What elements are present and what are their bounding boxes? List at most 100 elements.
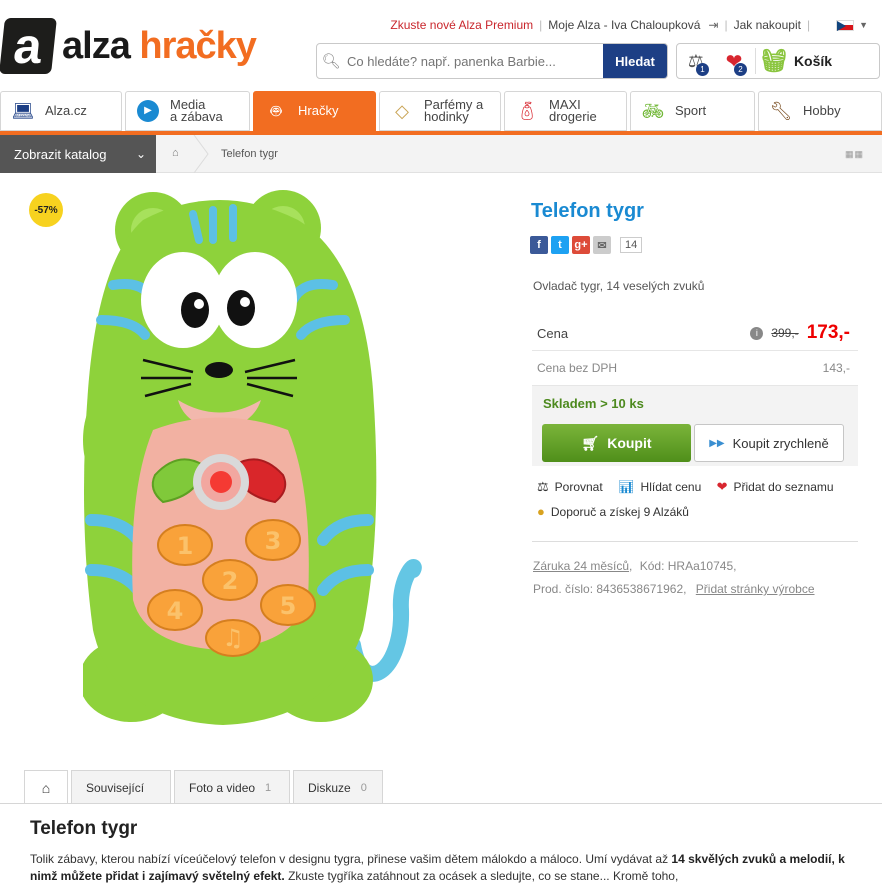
- tab-underline: [0, 803, 882, 804]
- search-input[interactable]: [345, 44, 603, 78]
- divider: |: [724, 18, 728, 32]
- social-share: f t g+ ✉ 14: [530, 236, 643, 254]
- show-catalog-button[interactable]: Zobrazit katalog ⌄: [0, 135, 156, 173]
- compare-count-badge: 1: [696, 63, 709, 76]
- premium-link[interactable]: Zkuste nové Alza Premium: [390, 18, 533, 32]
- warranty-link[interactable]: Záruka 24 měsíců: [533, 559, 629, 573]
- description-part-1: Tolik zábavy, kterou nabízí víceúčelový …: [30, 852, 672, 866]
- bicycle-icon: 🚲︎: [641, 101, 665, 121]
- google-plus-icon[interactable]: g+: [572, 236, 590, 254]
- product-actions: ⚖ Porovnat 📊︎ Hlídat cenu ❤ Přidat do se…: [537, 479, 867, 519]
- wishlist-action[interactable]: ❤ Přidat do seznamu: [717, 479, 834, 495]
- category-label: Alza.cz: [45, 103, 87, 118]
- part-number: Prod. číslo: 8436538671962,: [533, 582, 687, 596]
- favorites-count-badge: 2: [734, 63, 747, 76]
- grid-view-icon[interactable]: ▦▦: [845, 149, 864, 160]
- buy-button[interactable]: 🛒︎ Koupit: [542, 424, 691, 462]
- alza-hracky-logo[interactable]: a alza hračky: [0, 18, 257, 74]
- product-code: Kód: HRAa10745,: [639, 559, 737, 573]
- price-no-vat-row: Cena bez DPH 143,-: [532, 351, 858, 386]
- wishlist-label: Přidat do seznamu: [733, 480, 834, 494]
- svg-text:5: 5: [280, 592, 297, 620]
- bottle-icon: 🧴︎: [515, 101, 539, 121]
- cart-button[interactable]: 🧺︎ Košík: [760, 48, 832, 74]
- info-icon[interactable]: i: [750, 326, 764, 340]
- fast-forward-icon: ▶▶: [709, 437, 725, 449]
- stock-status[interactable]: Skladem > 10 ks: [543, 396, 644, 411]
- product-subtitle: Ovladač tygr, 14 veselých zvuků: [533, 279, 705, 293]
- play-icon: ▶: [136, 99, 160, 123]
- discount-badge: -57%: [29, 193, 63, 227]
- category-sport[interactable]: 🚲︎ Sport: [630, 91, 755, 131]
- tab-discussion[interactable]: Diskuze 0: [293, 770, 383, 804]
- svg-text:3: 3: [265, 527, 282, 555]
- watch-label: Hlídat cenu: [640, 480, 702, 494]
- search-button[interactable]: Hledat: [603, 44, 667, 78]
- my-account-link[interactable]: Moje Alza - Iva Chaloupková: [548, 18, 700, 32]
- compare-label: Porovnat: [554, 480, 603, 494]
- coin-icon: ●: [537, 504, 545, 519]
- maker-link[interactable]: Přidat stránky výrobce: [696, 582, 815, 596]
- svg-text:♫: ♫: [222, 624, 244, 652]
- twitter-icon[interactable]: t: [551, 236, 569, 254]
- product-meta-1: Záruka 24 měsíců, Kód: HRAa10745,: [533, 559, 737, 573]
- tab-photo-video[interactable]: Foto a video 1: [174, 770, 290, 804]
- logo-word-alza: alza: [62, 24, 131, 67]
- drill-icon: 🔧︎: [769, 101, 793, 121]
- heart-icon: ❤: [716, 479, 728, 494]
- compare-action[interactable]: ⚖ Porovnat: [537, 479, 603, 495]
- buy-label: Koupit: [607, 435, 652, 451]
- how-to-buy-link[interactable]: Jak nakoupit: [734, 18, 801, 32]
- czech-flag-icon[interactable]: [836, 19, 855, 31]
- divider: [755, 48, 756, 74]
- tab-related[interactable]: Související: [71, 770, 171, 804]
- quick-buy-label: Koupit zrychleně: [732, 435, 829, 451]
- divider: |: [539, 18, 543, 32]
- category-alza[interactable]: 💻︎ Alza.cz: [0, 91, 122, 131]
- category-hobby[interactable]: 🔧︎ Hobby: [758, 91, 882, 131]
- product-image[interactable]: 1 3 2 4 5 ♫: [83, 190, 423, 735]
- home-icon[interactable]: ⌂: [172, 147, 179, 159]
- category-label: Media a zábava: [170, 97, 223, 124]
- chevron-down-icon: ⌄: [135, 147, 146, 161]
- category-label: Parfémy a hodinky: [424, 97, 484, 124]
- header-actions: ⚖ 1 ❤ 2 🧺︎ Košík: [676, 43, 880, 79]
- recommend-action[interactable]: ● Doporuč a získej 9 Alzáků: [537, 504, 689, 519]
- search-icon: 🔍︎: [321, 53, 341, 70]
- chevron-down-icon[interactable]: ▼: [859, 20, 868, 30]
- tab-label: Foto a video: [189, 780, 256, 795]
- category-nav: 💻︎ Alza.cz ▶ Media a zábava 🤖︎ Hračky ◇ …: [0, 91, 882, 131]
- catalog-label: Zobrazit katalog: [14, 146, 107, 162]
- breadcrumb-current: Telefon tygr: [221, 148, 278, 160]
- logo-mark: a: [0, 18, 57, 74]
- home-icon: ⌂: [41, 779, 51, 796]
- compare-button[interactable]: ⚖ 1: [677, 44, 715, 78]
- price-no-vat: 143,-: [822, 361, 850, 375]
- robot-icon: 🤖︎: [270, 101, 282, 121]
- category-media[interactable]: ▶ Media a zábava: [125, 91, 250, 131]
- share-count: 14: [620, 237, 643, 253]
- logout-icon[interactable]: ⇥: [708, 18, 718, 32]
- current-price: 173,-: [806, 322, 850, 343]
- basket-icon: 🧺︎: [760, 48, 788, 73]
- product-title: Telefon tygr: [531, 200, 644, 222]
- price-no-vat-label: Cena bez DPH: [537, 361, 618, 375]
- watch-price-action[interactable]: 📊︎ Hlídat cenu: [618, 479, 701, 495]
- category-label: MAXI drogerie: [549, 97, 597, 124]
- breadcrumb-separator: [193, 135, 209, 173]
- scales-icon: ⚖: [537, 479, 549, 494]
- favorites-button[interactable]: ❤ 2: [715, 44, 753, 78]
- quick-buy-button[interactable]: ▶▶ Koupit zrychleně: [694, 424, 844, 462]
- cart-label: Košík: [793, 53, 833, 69]
- svg-text:4: 4: [167, 597, 184, 625]
- email-icon[interactable]: ✉: [593, 236, 611, 254]
- category-parfemy[interactable]: ◇ Parfémy a hodinky: [379, 91, 501, 131]
- cart-icon: 🛒︎: [581, 434, 600, 451]
- divider: |: [806, 18, 811, 32]
- facebook-icon[interactable]: f: [530, 236, 548, 254]
- category-label: Sport: [675, 103, 707, 118]
- price-row: Cena i 399,- 173,-: [532, 316, 858, 351]
- category-hracky[interactable]: 🤖︎ Hračky: [253, 91, 376, 131]
- category-drogerie[interactable]: 🧴︎ MAXI drogerie: [504, 91, 627, 131]
- tab-home[interactable]: ⌂: [24, 770, 68, 804]
